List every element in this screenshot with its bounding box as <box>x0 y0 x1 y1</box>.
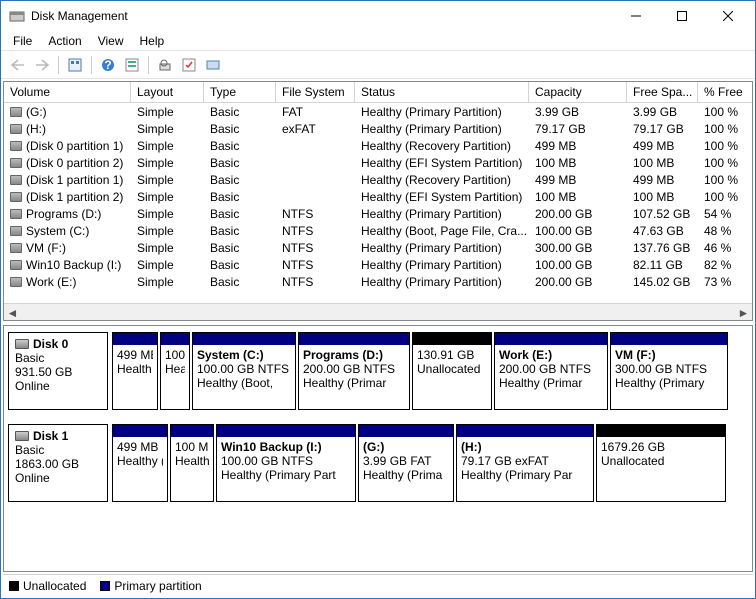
table-row[interactable]: (Disk 0 partition 1)SimpleBasicHealthy (… <box>4 137 752 154</box>
volume-icon <box>10 277 22 287</box>
volume-icon <box>10 243 22 253</box>
table-row[interactable]: System (C:)SimpleBasicNTFSHealthy (Boot,… <box>4 222 752 239</box>
titlebar: Disk Management <box>1 1 755 31</box>
table-row[interactable]: VM (F:)SimpleBasicNTFSHealthy (Primary P… <box>4 239 752 256</box>
window-title: Disk Management <box>31 9 128 23</box>
menu-view[interactable]: View <box>90 32 132 50</box>
partition[interactable]: Programs (D:)200.00 GB NTFSHealthy (Prim… <box>298 332 410 410</box>
help-icon[interactable]: ? <box>97 54 119 76</box>
window: Disk Management File Action View Help ? … <box>0 0 756 599</box>
disk-graphical-view: Disk 0Basic931.50 GBOnline499 MBHealth10… <box>3 325 753 572</box>
volume-icon <box>10 124 22 134</box>
table-row[interactable]: (Disk 1 partition 1)SimpleBasicHealthy (… <box>4 171 752 188</box>
col-type[interactable]: Type <box>204 82 276 102</box>
col-volume[interactable]: Volume <box>4 82 131 102</box>
col-freespace[interactable]: Free Spa... <box>627 82 698 102</box>
partition[interactable]: Work (E:)200.00 GB NTFSHealthy (Primar <box>494 332 608 410</box>
disk-row: Disk 0Basic931.50 GBOnline499 MBHealth10… <box>8 332 748 410</box>
volume-icon <box>10 192 22 202</box>
tool-icon-3[interactable] <box>154 54 176 76</box>
table-row[interactable]: (Disk 1 partition 2)SimpleBasicHealthy (… <box>4 188 752 205</box>
table-row[interactable]: (G:)SimpleBasicFATHealthy (Primary Parti… <box>4 103 752 120</box>
minimize-button[interactable] <box>613 2 659 30</box>
scroll-right-icon[interactable]: ► <box>735 304 752 321</box>
col-capacity[interactable]: Capacity <box>529 82 627 102</box>
close-button[interactable] <box>705 2 751 30</box>
menu-file[interactable]: File <box>5 32 40 50</box>
app-icon <box>9 8 25 24</box>
tool-icon-4[interactable] <box>178 54 200 76</box>
table-row[interactable]: (H:)SimpleBasicexFATHealthy (Primary Par… <box>4 120 752 137</box>
partition[interactable]: (H:)79.17 GB exFATHealthy (Primary Par <box>456 424 594 502</box>
partition[interactable]: Win10 Backup (I:)100.00 GB NTFSHealthy (… <box>216 424 356 502</box>
disk-row: Disk 1Basic1863.00 GBOnline499 MBHealthy… <box>8 424 748 502</box>
volume-icon <box>10 260 22 270</box>
volume-icon <box>10 226 22 236</box>
volume-icon <box>10 141 22 151</box>
volume-icon <box>10 175 22 185</box>
legend-primary: Primary partition <box>100 579 201 593</box>
svg-text:?: ? <box>104 58 111 72</box>
partition[interactable]: 1679.26 GBUnallocated <box>596 424 726 502</box>
table-row[interactable]: (Disk 0 partition 2)SimpleBasicHealthy (… <box>4 154 752 171</box>
menu-help[interactable]: Help <box>132 32 173 50</box>
tool-icon-2[interactable] <box>121 54 143 76</box>
table-row[interactable]: Work (E:)SimpleBasicNTFSHealthy (Primary… <box>4 273 752 290</box>
window-controls <box>613 2 751 30</box>
col-filesystem[interactable]: File System <box>276 82 355 102</box>
col-pctfree[interactable]: % Free <box>698 82 752 102</box>
volume-icon <box>10 209 22 219</box>
partition[interactable]: 100Hea <box>160 332 190 410</box>
partition[interactable]: System (C:)100.00 GB NTFSHealthy (Boot, <box>192 332 296 410</box>
col-layout[interactable]: Layout <box>131 82 204 102</box>
settings-icon[interactable] <box>64 54 86 76</box>
menu-action[interactable]: Action <box>40 32 89 50</box>
legend-unallocated: Unallocated <box>9 579 86 593</box>
disk-icon <box>15 339 29 349</box>
partition[interactable]: 499 MBHealth <box>112 332 158 410</box>
partition[interactable]: 130.91 GBUnallocated <box>412 332 492 410</box>
volume-list: Volume Layout Type File System Status Ca… <box>3 81 753 321</box>
scroll-left-icon[interactable]: ◄ <box>4 304 21 321</box>
partition[interactable]: VM (F:)300.00 GB NTFSHealthy (Primary <box>610 332 728 410</box>
volume-list-header: Volume Layout Type File System Status Ca… <box>4 82 752 103</box>
volume-icon <box>10 107 22 117</box>
col-status[interactable]: Status <box>355 82 529 102</box>
disk-info[interactable]: Disk 0Basic931.50 GBOnline <box>8 332 108 410</box>
partition[interactable]: 100 MBHealth <box>170 424 214 502</box>
volume-list-body[interactable]: (G:)SimpleBasicFATHealthy (Primary Parti… <box>4 103 752 303</box>
menubar: File Action View Help <box>1 31 755 51</box>
partition[interactable]: (G:)3.99 GB FATHealthy (Prima <box>358 424 454 502</box>
table-row[interactable]: Programs (D:)SimpleBasicNTFSHealthy (Pri… <box>4 205 752 222</box>
h-scrollbar[interactable]: ◄ ► <box>4 303 752 320</box>
toolbar: ? <box>1 51 755 79</box>
disk-info[interactable]: Disk 1Basic1863.00 GBOnline <box>8 424 108 502</box>
maximize-button[interactable] <box>659 2 705 30</box>
forward-button[interactable] <box>31 54 53 76</box>
volume-icon <box>10 158 22 168</box>
back-button[interactable] <box>7 54 29 76</box>
legend: Unallocated Primary partition <box>3 574 753 596</box>
disk-icon <box>15 431 29 441</box>
tool-icon-5[interactable] <box>202 54 224 76</box>
table-row[interactable]: Win10 Backup (I:)SimpleBasicNTFSHealthy … <box>4 256 752 273</box>
partition[interactable]: 499 MBHealthy (F <box>112 424 168 502</box>
